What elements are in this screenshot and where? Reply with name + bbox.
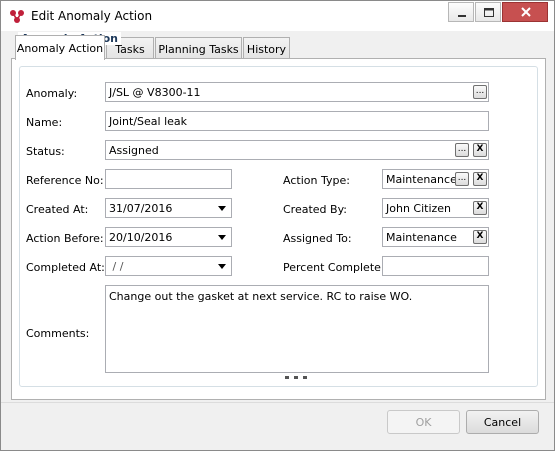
status-clear-button[interactable]: X — [473, 143, 487, 157]
created-by-label: Created By: — [283, 203, 347, 216]
clear-icon: X — [476, 144, 484, 154]
assigned-to-label: Assigned To: — [283, 232, 352, 245]
created-at-datepicker[interactable]: 31/07/2016 — [105, 198, 232, 218]
browse-icon: ... — [457, 173, 467, 183]
completed-at-value: / / — [109, 260, 124, 273]
chevron-down-icon[interactable] — [218, 206, 226, 211]
chevron-down-icon[interactable] — [218, 264, 226, 269]
grip-dot — [303, 376, 307, 379]
tab-anomaly-action[interactable]: Anomaly Action — [15, 35, 105, 60]
title-bar: Edit Anomaly Action — [1, 1, 554, 31]
clear-icon: X — [476, 173, 484, 183]
window-title: Edit Anomaly Action — [31, 9, 153, 23]
grip-dot — [285, 376, 289, 379]
action-type-clear-button[interactable]: X — [473, 172, 487, 186]
close-button[interactable] — [502, 2, 548, 22]
action-before-value: 20/10/2016 — [109, 231, 173, 244]
cancel-button[interactable]: Cancel — [466, 410, 539, 434]
action-before-label: Action Before: — [26, 232, 104, 245]
minimize-button[interactable] — [448, 2, 474, 22]
clear-icon: X — [476, 231, 484, 241]
reference-no-label: Reference No: — [26, 174, 104, 187]
grip-dot — [294, 376, 298, 379]
action-type-browse-button[interactable]: ... — [455, 172, 469, 186]
name-label: Name: — [26, 116, 63, 129]
browse-icon: ... — [475, 86, 485, 96]
browse-icon: ... — [457, 144, 467, 154]
comments-label: Comments: — [26, 327, 90, 340]
status-label: Status: — [26, 145, 65, 158]
minimize-icon — [458, 15, 466, 17]
anomaly-browse-button[interactable]: ... — [473, 85, 487, 99]
anomaly-field[interactable]: J/SL @ V8300-11 — [105, 82, 489, 102]
status-field[interactable]: Assigned — [105, 140, 489, 160]
anomaly-label: Anomaly: — [26, 87, 78, 100]
resize-grip[interactable] — [285, 376, 309, 379]
maximize-icon — [484, 8, 494, 17]
action-before-datepicker[interactable]: 20/10/2016 — [105, 227, 232, 247]
percent-complete-input[interactable] — [382, 256, 489, 276]
completed-at-datepicker[interactable]: / / — [105, 256, 232, 276]
chevron-down-icon[interactable] — [218, 235, 226, 240]
reference-no-input[interactable] — [105, 169, 232, 189]
assigned-to-clear-button[interactable]: X — [473, 230, 487, 244]
clear-icon: X — [476, 202, 484, 212]
tab-history[interactable]: History — [243, 37, 290, 59]
tab-planning-tasks[interactable]: Planning Tasks — [155, 37, 242, 59]
status-browse-button[interactable]: ... — [455, 143, 469, 157]
app-logo-icon — [10, 10, 24, 23]
maximize-button[interactable] — [475, 2, 501, 22]
ok-button[interactable]: OK — [387, 410, 460, 434]
footer-divider — [1, 402, 554, 403]
name-input[interactable]: Joint/Seal leak — [105, 111, 489, 131]
completed-at-label: Completed At: — [26, 261, 105, 274]
percent-complete-label: Percent Complete: — [283, 261, 385, 274]
edit-anomaly-action-window: Edit Anomaly Action Anomaly Action Tasks… — [0, 0, 555, 451]
close-icon — [521, 7, 531, 17]
created-at-label: Created At: — [26, 203, 89, 216]
action-type-label: Action Type: — [283, 174, 350, 187]
created-at-value: 31/07/2016 — [109, 202, 173, 215]
created-by-clear-button[interactable]: X — [473, 201, 487, 215]
comments-textarea[interactable]: Change out the gasket at next service. R… — [105, 285, 489, 373]
